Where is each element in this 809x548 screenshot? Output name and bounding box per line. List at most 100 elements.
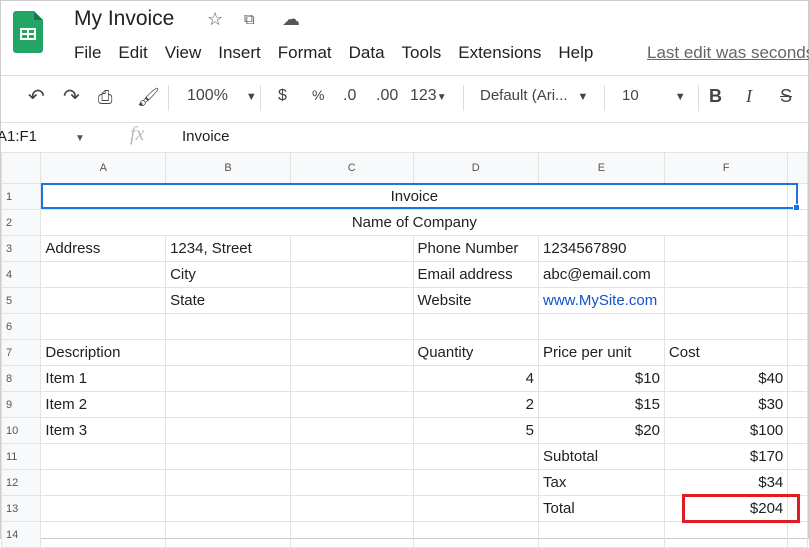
cell-E5[interactable]: www.MySite.com	[538, 287, 665, 314]
cell-extra[interactable]	[787, 235, 808, 262]
decrease-decimal-button[interactable]: .0	[343, 87, 356, 105]
cell-extra[interactable]	[787, 261, 808, 288]
row-header[interactable]: 4	[0, 261, 42, 288]
menu-insert[interactable]: Insert	[218, 43, 261, 63]
cell-B13[interactable]	[165, 495, 291, 522]
cell-E9[interactable]: $15	[538, 391, 665, 418]
cell-C12[interactable]	[289, 469, 414, 496]
cell-extra[interactable]	[787, 417, 808, 444]
menu-file[interactable]: File	[74, 43, 101, 63]
cell-B12[interactable]	[165, 469, 291, 496]
row-header[interactable]: 10	[0, 417, 42, 444]
cell-E6[interactable]	[538, 313, 665, 340]
cell-A9[interactable]: Item 2	[40, 391, 167, 418]
cell-B8[interactable]	[165, 365, 291, 392]
cell-C13[interactable]	[289, 495, 414, 522]
undo-icon[interactable]: ↶	[28, 84, 45, 109]
cell-B9[interactable]	[165, 391, 291, 418]
cell-D13[interactable]	[412, 495, 540, 522]
column-header-A[interactable]: A	[40, 152, 167, 184]
percent-button[interactable]: %	[312, 87, 324, 103]
row-header[interactable]: 13	[0, 495, 42, 522]
cell-E12[interactable]: Tax	[538, 469, 665, 496]
cell-E4[interactable]: abc@email.com	[538, 261, 665, 288]
cell-E8[interactable]: $10	[538, 365, 665, 392]
cell-B3[interactable]: 1234, Street	[165, 235, 291, 262]
cell-F6[interactable]	[663, 313, 789, 340]
cell-E3[interactable]: 1234567890	[538, 235, 665, 262]
row-header[interactable]: 14	[0, 521, 42, 548]
currency-button[interactable]: $	[278, 87, 287, 105]
cell-F11[interactable]: $170	[663, 443, 789, 470]
cell-extra[interactable]	[787, 365, 808, 392]
cell-D11[interactable]	[412, 443, 540, 470]
cell-D7[interactable]: Quantity	[412, 339, 540, 366]
last-edit-link[interactable]: Last edit was seconds ago	[647, 43, 809, 63]
cell-E11[interactable]: Subtotal	[538, 443, 665, 470]
cell-F5[interactable]	[663, 287, 789, 314]
cell-B11[interactable]	[165, 443, 291, 470]
row-header[interactable]: 7	[0, 339, 42, 366]
cell-A12[interactable]	[40, 469, 167, 496]
merged-cell[interactable]: Name of Company	[40, 209, 789, 236]
name-box[interactable]: A1:F1 ▼	[0, 128, 85, 145]
cell-B10[interactable]	[165, 417, 291, 444]
row-header[interactable]: 5	[0, 287, 42, 314]
menu-data[interactable]: Data	[349, 43, 385, 63]
cell-B4[interactable]: City	[165, 261, 291, 288]
column-header-B[interactable]: B	[165, 152, 291, 184]
cell-A6[interactable]	[40, 313, 167, 340]
column-header-extra[interactable]	[787, 152, 808, 184]
cell-extra[interactable]	[787, 521, 808, 548]
cell-D12[interactable]	[412, 469, 540, 496]
website-link[interactable]: www.MySite.com	[543, 292, 657, 309]
cell-A4[interactable]	[40, 261, 167, 288]
cell-A14[interactable]	[40, 521, 167, 548]
bold-button[interactable]: B	[709, 86, 722, 107]
cell-F8[interactable]: $40	[663, 365, 789, 392]
cell-A5[interactable]	[40, 287, 167, 314]
row-header[interactable]: 3	[0, 235, 42, 262]
cell-F10[interactable]: $100	[663, 417, 789, 444]
cell-E7[interactable]: Price per unit	[538, 339, 665, 366]
row-header[interactable]: 11	[0, 443, 42, 470]
cell-extra[interactable]	[787, 339, 808, 366]
cell-D6[interactable]	[412, 313, 540, 340]
cell-F7[interactable]: Cost	[663, 339, 789, 366]
row-header[interactable]: 2	[0, 209, 42, 236]
document-title[interactable]: My Invoice	[74, 7, 174, 31]
cell-D10[interactable]: 5	[412, 417, 540, 444]
cell-A11[interactable]	[40, 443, 167, 470]
column-header-D[interactable]: D	[412, 152, 540, 184]
cell-extra[interactable]	[787, 209, 808, 236]
cell-D4[interactable]: Email address	[412, 261, 540, 288]
row-header[interactable]: 1	[0, 183, 42, 210]
cell-D14[interactable]	[412, 521, 540, 548]
menu-format[interactable]: Format	[278, 43, 332, 63]
cell-B6[interactable]	[165, 313, 291, 340]
menu-view[interactable]: View	[165, 43, 202, 63]
cell-C9[interactable]	[289, 391, 414, 418]
cell-D3[interactable]: Phone Number	[412, 235, 540, 262]
menu-edit[interactable]: Edit	[118, 43, 147, 63]
cell-extra[interactable]	[787, 443, 808, 470]
formula-input[interactable]: Invoice	[182, 128, 230, 145]
star-icon[interactable]: ☆	[207, 9, 223, 30]
cell-extra[interactable]	[787, 469, 808, 496]
number-format-button[interactable]: 123▼	[410, 87, 447, 105]
cell-C14[interactable]	[289, 521, 414, 548]
italic-button[interactable]: I	[746, 86, 752, 107]
increase-decimal-button[interactable]: .00	[376, 87, 398, 105]
menu-help[interactable]: Help	[558, 43, 593, 63]
cell-C7[interactable]	[289, 339, 414, 366]
menu-extensions[interactable]: Extensions	[458, 43, 541, 63]
row-header[interactable]: 9	[0, 391, 42, 418]
cloud-saved-icon[interactable]: ☁	[282, 9, 300, 30]
zoom-select[interactable]: 100% ▼	[187, 87, 257, 105]
fill-handle[interactable]	[793, 204, 800, 211]
cell-extra[interactable]	[787, 313, 808, 340]
select-all-corner[interactable]	[0, 152, 42, 184]
move-to-folder-icon[interactable]: ⧉	[244, 11, 255, 28]
cell-D8[interactable]: 4	[412, 365, 540, 392]
cell-B14[interactable]	[165, 521, 291, 548]
